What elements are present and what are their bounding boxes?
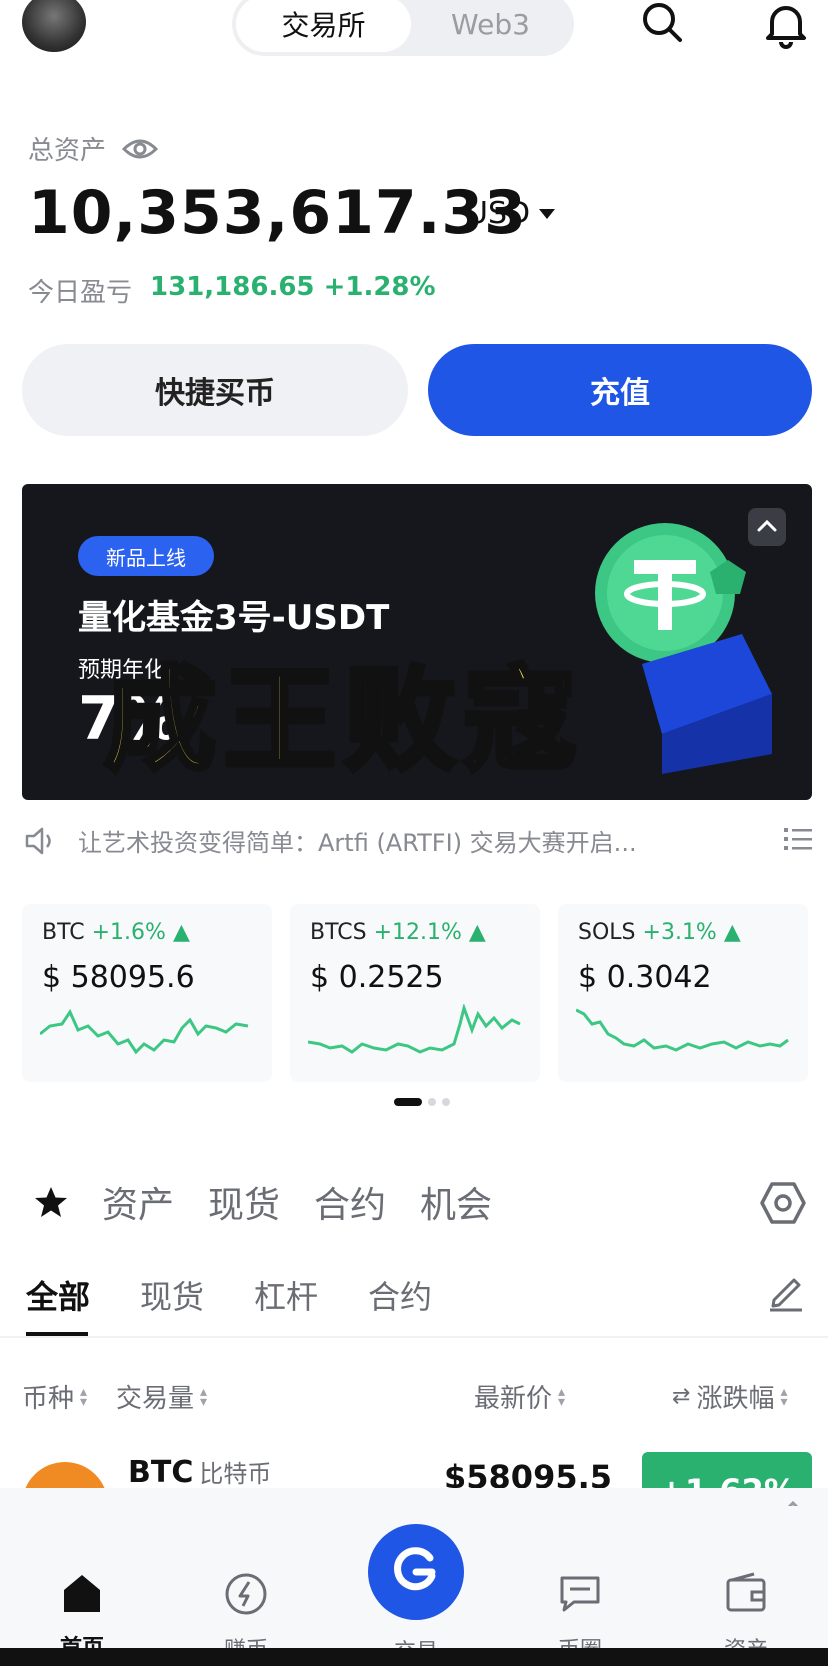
carousel-dot [442,1098,450,1106]
sub-tabs: 全部 现货 杠杆 合约 [26,1272,432,1336]
blue-cube-decoration [642,634,772,774]
list-menu-icon[interactable] [784,826,812,852]
card-price: $ 58095.6 [42,960,195,995]
edit-icon[interactable] [766,1272,806,1312]
chevron-up-icon [757,519,777,532]
daily-pnl: 今日盈亏 131,186.65 +1.28% [28,272,436,309]
card-symbol: BTC +1.6% ▲ [42,920,190,945]
swap-icon[interactable]: ⇄ [672,1384,690,1409]
tab-spot[interactable]: 现货 [208,1176,280,1228]
coin-symbol: BTC 比特币 [128,1455,272,1490]
subtab-contract[interactable]: 合约 [368,1272,432,1318]
market-card-btcs[interactable]: BTCS +12.1% ▲ $ 0.2525 [290,904,540,1082]
bell-icon[interactable] [762,2,810,50]
tab-assets[interactable]: 资产 [102,1176,174,1228]
sort-coin[interactable]: 币种 ▴ ▾ [22,1378,87,1415]
search-icon[interactable] [638,0,686,48]
card-price: $ 0.2525 [310,960,444,995]
sort-icon: ▴ ▾ [558,1383,566,1410]
new-product-tag: 新品上线 [78,536,214,576]
sparkline [308,1004,521,1054]
carousel-indicator [394,1098,450,1106]
up-triangle-icon: ▲ [468,920,486,945]
mode-switcher: 交易所 Web3 [232,0,574,56]
sort-icon: ▴ ▾ [780,1383,788,1410]
tab-opportunity[interactable]: 机会 [420,1176,492,1228]
market-card-btc[interactable]: BTC +1.6% ▲ $ 58095.6 [22,904,272,1082]
deposit-button[interactable]: 充值 [428,344,812,436]
divider [0,1336,828,1338]
ticker-text: 让艺术投资变得简单：Artfi (ARTFI) 交易大赛开启... [78,828,637,857]
card-symbol: BTCS +12.1% ▲ [310,920,486,945]
up-triangle-icon: ▲ [172,920,190,945]
sort-icon: ▴ ▾ [80,1383,88,1410]
settings-hexagon-icon[interactable] [760,1180,806,1226]
scroll-fade [0,1488,828,1506]
nav-trade[interactable] [368,1524,464,1620]
sparkline [576,1008,789,1052]
currency-selector[interactable]: USD [466,196,556,231]
total-assets-label: 总资产 [28,130,159,167]
subtab-all[interactable]: 全部 [26,1272,90,1336]
tab-exchange[interactable]: 交易所 [236,0,411,52]
tab-web3[interactable]: Web3 [411,0,570,52]
star-icon[interactable] [34,1186,68,1218]
pnl-value: 131,186.65 +1.28% [150,272,436,302]
sparkline [40,1008,249,1055]
eye-icon[interactable] [122,137,159,161]
earn-icon [225,1573,267,1615]
green-gem-decoration [710,560,746,594]
quick-buy-button[interactable]: 快捷买币 [22,344,408,436]
news-ticker[interactable]: 让艺术投资变得简单：Artfi (ARTFI) 交易大赛开启... [22,820,812,860]
sort-volume[interactable]: 交易量 ▴ ▾ [116,1378,207,1415]
speaker-icon [25,827,51,855]
card-symbol: SOLS +3.1% ▲ [578,920,741,945]
trade-icon [394,1547,436,1591]
sort-price[interactable]: 最新价 ▴ ▾ [474,1378,565,1415]
category-tabs: 资产 现货 合约 机会 [34,1176,492,1228]
banner-collapse-button[interactable] [748,508,786,546]
pnl-label: 今日盈亏 [28,278,133,308]
tab-contract[interactable]: 合约 [314,1176,386,1228]
up-triangle-icon: ▲ [723,920,741,945]
total-assets-text: 总资产 [28,136,107,166]
top-bar: 交易所 Web3 [0,0,828,60]
subtab-spot[interactable]: 现货 [140,1272,204,1318]
carousel-dot [428,1098,436,1106]
sort-change[interactable]: ⇄ 涨跌幅 ▴ ▾ [672,1378,787,1415]
currency-label: USD [466,196,531,231]
system-home-bar [0,1648,828,1666]
home-icon [64,1575,100,1612]
card-price: $ 0.3042 [578,960,712,995]
sort-icon: ▴ ▾ [200,1383,208,1410]
total-assets-amount: 10,353,617.33 [28,178,527,248]
video-caption-overlay: 成王败寇 [102,654,584,789]
subtab-margin[interactable]: 杠杆 [254,1272,318,1318]
wallet-icon [726,1572,766,1612]
community-icon [560,1576,600,1612]
carousel-dot-active [394,1098,422,1106]
caret-down-icon [539,208,556,219]
market-card-sols[interactable]: SOLS +3.1% ▲ $ 0.3042 [558,904,808,1082]
avatar[interactable] [22,0,86,52]
bottom-nav: 首页 赚币 交易 币圈 资产 [0,1506,828,1666]
